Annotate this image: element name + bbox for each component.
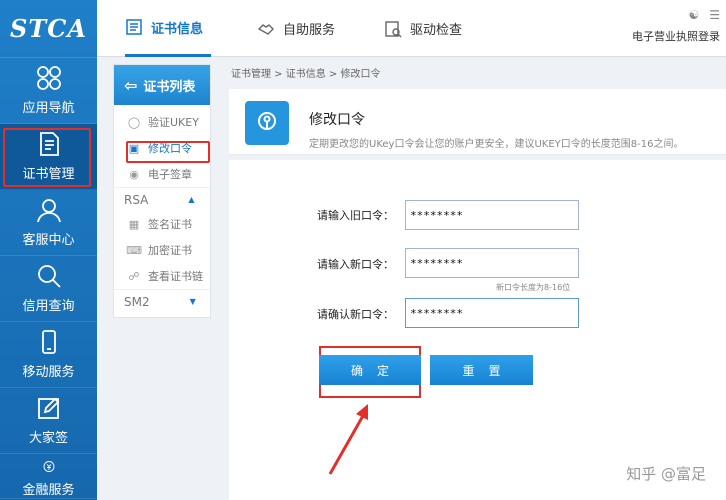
tab-label: 证书信息 — [151, 21, 204, 37]
nav-label: 证书管理 — [22, 167, 75, 182]
sub-item-label: 验证UKEY — [148, 116, 199, 129]
keyboard-icon: ⌨ — [126, 243, 142, 257]
page-description: 定期更改您的UKey口令会让您的账户更安全，建议UKEY口令的长度范围8-16之… — [309, 139, 684, 150]
watermark: 知乎 @富足 — [626, 465, 706, 483]
nav-credit-query[interactable]: 信用查询 — [0, 256, 97, 322]
handshake-icon — [257, 23, 274, 35]
nav-label: 信用查询 — [22, 299, 75, 314]
reset-button[interactable]: 重置 — [430, 355, 533, 385]
seal-icon: ◉ — [129, 167, 139, 181]
confirm-password-input[interactable]: ******** — [405, 298, 579, 328]
finance-icon — [43, 461, 54, 472]
user-icon — [36, 199, 61, 223]
highlight-box — [126, 141, 210, 163]
breadcrumb: 证书管理 > 证书信息 > 修改口令 — [231, 69, 381, 80]
sub-item-view-cert-chain[interactable]: ☍ 查看证书链 — [114, 263, 210, 289]
certificate-list-title: 证书列表 — [143, 79, 196, 95]
nav-label: 客服中心 — [22, 233, 75, 248]
page-header: 修改口令 定期更改您的UKey口令会让您的账户更安全，建议UKEY口令的长度范围… — [229, 89, 726, 155]
logo: STCA — [0, 0, 97, 58]
key-icon — [258, 112, 276, 130]
group-label: RSA — [124, 192, 149, 207]
nav-certificate-management[interactable]: 证书管理 — [0, 124, 97, 190]
top-icons: ☯ ☰ — [632, 8, 720, 22]
certificate-list-header[interactable]: ⇦ 证书列表 — [114, 65, 210, 105]
nav-mobile-service[interactable]: 移动服务 — [0, 322, 97, 388]
sub-item-label: 加密证书 — [148, 244, 192, 257]
new-password-label: 请输入新口令： — [317, 258, 394, 271]
nav-label: 移动服务 — [22, 365, 75, 380]
business-license-login-link[interactable]: 电子营业执照登录 — [632, 28, 720, 44]
nav-dajiaqian[interactable]: 大家签 — [0, 388, 97, 454]
search-icon — [37, 265, 61, 288]
check-icon — [385, 20, 402, 37]
group-rsa[interactable]: RSA ▲ — [114, 187, 210, 211]
red-arrow-annotation — [328, 404, 368, 475]
nav-label: 金融服务 — [22, 483, 75, 498]
sub-item-sign-cert[interactable]: ▦ 签名证书 — [114, 211, 210, 237]
edit-icon — [37, 397, 59, 419]
chart-icon: ▦ — [128, 217, 140, 231]
sub-item-label: 电子签章 — [148, 168, 192, 181]
nav-customer-service[interactable]: 客服中心 — [0, 190, 97, 256]
sub-item-verify-ukey[interactable]: ◯ 验证UKEY — [114, 109, 210, 135]
confirm-password-label: 请确认新口令： — [317, 308, 394, 321]
group-label: SM2 — [124, 294, 150, 309]
tab-label: 驱动检查 — [410, 23, 463, 38]
key-badge — [245, 101, 289, 145]
certificate-list-panel: ⇦ 证书列表 ◯ 验证UKEY ▣ 修改口令 ◉ 电子签章 RSA ▲ ▦ 签名… — [113, 64, 211, 318]
group-sm2[interactable]: SM2 ▼ — [114, 289, 210, 313]
tab-driver-check[interactable]: 驱动检查 — [384, 0, 462, 57]
caret-up-icon: ▲ — [188, 195, 195, 204]
sub-item-encrypt-cert[interactable]: ⌨ 加密证书 — [114, 237, 210, 263]
password-length-hint: 新口令长度为8-16位 — [496, 283, 571, 292]
confirm-button[interactable]: 确定 — [319, 355, 421, 385]
sub-item-label: 签名证书 — [148, 218, 192, 231]
nav-label: 大家签 — [28, 431, 68, 446]
top-bar: 证书信息 自助服务 驱动检查 ☯ ☰ 电子营业执照登录 — [97, 0, 726, 57]
phone-icon — [41, 330, 56, 354]
link-icon: ☍ — [128, 269, 140, 283]
new-password-input[interactable]: ******** — [405, 248, 579, 278]
page-title: 修改口令 — [309, 112, 365, 128]
document-icon — [39, 132, 59, 156]
sidebar: STCA 应用导航 证书管理 客服中心 信用查询 移动服务 大家签 金融服务 — [0, 0, 97, 500]
help-icon[interactable]: ☯ — [688, 8, 699, 22]
password-form: 请输入旧口令： ******** 请输入新口令： ******** 新口令长度为… — [229, 160, 726, 500]
nav-label: 应用导航 — [22, 101, 75, 116]
grid-icon — [36, 66, 61, 90]
tab-certificate-info[interactable]: 证书信息 — [125, 0, 211, 57]
nav-app-navigation[interactable]: 应用导航 — [0, 58, 97, 124]
list-icon — [126, 19, 142, 35]
top-right-area: ☯ ☰ 电子营业执照登录 — [632, 8, 720, 44]
nav-finance-service[interactable]: 金融服务 — [0, 454, 97, 499]
shield-icon: ◯ — [127, 115, 141, 129]
old-password-input[interactable]: ******** — [405, 200, 579, 230]
sub-item-electronic-seal[interactable]: ◉ 电子签章 — [114, 161, 210, 187]
tab-label: 自助服务 — [283, 23, 336, 38]
caret-down-icon: ▼ — [189, 297, 196, 306]
sub-item-label: 查看证书链 — [148, 270, 203, 283]
back-arrow-icon: ⇦ — [124, 75, 138, 95]
tab-self-service[interactable]: 自助服务 — [257, 0, 335, 57]
menu-icon[interactable]: ☰ — [709, 8, 720, 22]
old-password-label: 请输入旧口令： — [317, 209, 394, 222]
